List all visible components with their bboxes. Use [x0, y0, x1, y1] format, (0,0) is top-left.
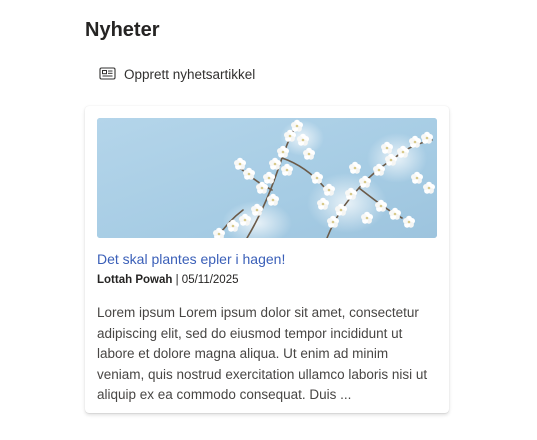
news-section: Nyheter Opprett nyhetsartikkel Det skal …: [85, 16, 451, 413]
news-card-meta: Lottah Powah | 05/11/2025: [97, 274, 239, 286]
news-card-title-link[interactable]: Det skal plantes epler i hagen!: [97, 251, 285, 267]
news-card-excerpt: Lorem ipsum Lorem ipsum dolor sit amet, …: [97, 305, 428, 402]
news-card-author: Lottah Powah: [97, 274, 173, 286]
news-card[interactable]: Det skal plantes epler i hagen! Lottah P…: [85, 106, 449, 413]
create-news-label: Opprett nyhetsartikkel: [124, 66, 256, 82]
news-card-separator: |: [175, 274, 179, 286]
news-card-date: 05/11/2025: [181, 274, 239, 286]
news-article-icon: [99, 67, 117, 81]
section-title: Nyheter: [85, 19, 160, 41]
news-card-image[interactable]: [97, 118, 437, 238]
create-news-button[interactable]: Opprett nyhetsartikkel: [99, 64, 255, 84]
